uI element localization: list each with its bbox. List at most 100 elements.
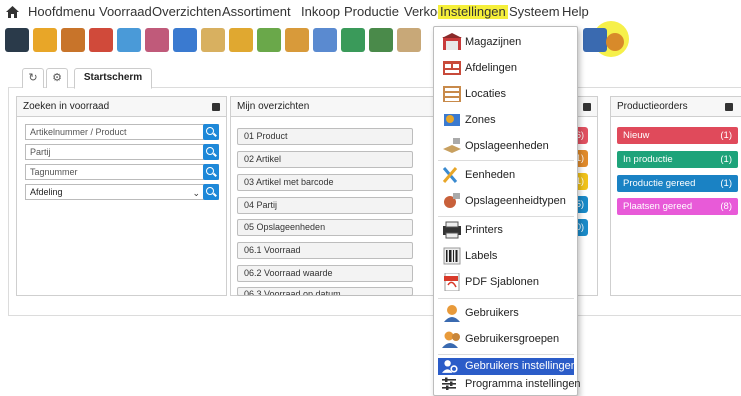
menu-inkoop[interactable]: Inkoop: [301, 5, 340, 19]
search-icon[interactable]: [313, 28, 337, 52]
menu-item-programma-instellingen[interactable]: Programma instellingen: [438, 375, 581, 393]
menu-item-printers[interactable]: Printers: [438, 219, 574, 241]
boxes-icon[interactable]: [257, 28, 281, 52]
menu-productie[interactable]: Productie: [344, 5, 399, 19]
search-box-icon[interactable]: [285, 28, 309, 52]
search-icon[interactable]: [203, 184, 219, 200]
menu-instellingen[interactable]: Instellingen: [438, 5, 508, 19]
menu-bar: Hoofdmenu Voorraad Overzichten Assortime…: [0, 0, 741, 24]
home-icon[interactable]: [6, 6, 19, 18]
puzzle-icon[interactable]: [89, 28, 113, 52]
overviews-panel-title: Mijn overzichten: [237, 101, 310, 112]
overview-item[interactable]: 06.2 Voorraad waarde: [237, 265, 413, 282]
production-row-label: Productie gereed: [623, 178, 696, 189]
search-panel: Zoeken in voorraad Artikelnummer / Produ…: [16, 96, 227, 296]
tagnummer-search-field[interactable]: Tagnummer: [25, 164, 219, 180]
folder-icon[interactable]: [33, 28, 57, 52]
overview-item[interactable]: 03 Artikel met barcode: [237, 174, 413, 191]
box-plus-icon[interactable]: [229, 28, 253, 52]
menu-item-opslageenheden[interactable]: Opslageenheden: [438, 135, 574, 157]
search-icon[interactable]: [203, 144, 219, 160]
locations-icon: [443, 86, 461, 102]
production-row-count: (8): [720, 201, 732, 212]
pdf-icon: [444, 273, 460, 291]
article-search-placeholder: Artikelnummer / Product: [30, 127, 127, 137]
units-icon: [442, 167, 458, 183]
storage-unit-types-icon: [444, 193, 460, 208]
production-orders-header: Productieorders: [611, 97, 741, 117]
warehouse-icon: [442, 33, 462, 50]
panel-menu-icon[interactable]: [583, 103, 591, 111]
menu-voorraad[interactable]: Voorraad: [99, 5, 152, 19]
zones-icon: [444, 114, 460, 126]
menu-hoofdmenu[interactable]: Hoofdmenu: [28, 5, 95, 19]
menu-item-gebruikers[interactable]: Gebruikers: [438, 302, 574, 324]
menu-item-locaties[interactable]: Locaties: [438, 83, 574, 105]
article-search-field[interactable]: Artikelnummer / Product: [25, 124, 219, 140]
shelf-icon[interactable]: [201, 28, 225, 52]
production-row-plaatsen-gereed[interactable]: Plaatsen gereed (8): [617, 198, 738, 215]
menu-assortiment[interactable]: Assortiment: [222, 5, 291, 19]
search-icon[interactable]: [203, 124, 219, 140]
sliders-icon: [442, 377, 456, 390]
barcode-icon: [443, 247, 461, 265]
panel-menu-icon[interactable]: [725, 103, 733, 111]
flag-icon[interactable]: [117, 28, 141, 52]
overview-item[interactable]: 06.3 Voorraad op datum: [237, 287, 413, 296]
menu-item-pdf-sjablonen[interactable]: PDF Sjablonen: [438, 271, 574, 293]
menu-item-gebruikers-instellingen[interactable]: Gebruikers instellingen: [438, 358, 577, 375]
tools-icon[interactable]: [61, 28, 85, 52]
truck-icon[interactable]: [369, 28, 393, 52]
gear-icon[interactable]: ⚙: [46, 68, 68, 88]
menu-overzichten[interactable]: Overzichten: [152, 5, 221, 19]
menu-systeem[interactable]: Systeem: [509, 5, 560, 19]
search-panel-header: Zoeken in voorraad: [17, 97, 226, 117]
toolbar: [0, 26, 741, 56]
afdeling-select[interactable]: Afdeling ⌄: [25, 184, 219, 200]
monitor-icon[interactable]: [5, 28, 29, 52]
overview-item[interactable]: 05 Opslageenheden: [237, 219, 413, 236]
users-icon[interactable]: [583, 28, 607, 52]
grid-icon[interactable]: [145, 28, 169, 52]
partij-search-field[interactable]: Partij: [25, 144, 219, 160]
menu-separator: [438, 216, 574, 217]
production-row-label: Plaatsen gereed: [623, 201, 693, 212]
globe-icon[interactable]: [341, 28, 365, 52]
production-row-label: Nieuw: [623, 130, 650, 141]
overview-item[interactable]: 02 Artikel: [237, 151, 413, 168]
search-icon[interactable]: [203, 164, 219, 180]
production-row-count: (1): [720, 130, 732, 141]
package-icon[interactable]: [173, 28, 197, 52]
production-row-count: (1): [720, 178, 732, 189]
production-row-productie-gereed[interactable]: Productie gereed (1): [617, 175, 738, 192]
production-row-in-productie[interactable]: In productie (1): [617, 151, 738, 168]
menu-item-gebruikersgroepen[interactable]: Gebruikersgroepen: [438, 328, 574, 350]
production-orders-panel: Productieorders Nieuw (1) In productie (…: [610, 96, 741, 296]
user-settings-icon: [442, 360, 458, 373]
storage-units-icon: [443, 138, 461, 153]
menu-item-labels[interactable]: Labels: [438, 245, 574, 267]
user-icon: [444, 305, 460, 322]
panel-menu-icon[interactable]: [212, 103, 220, 111]
menu-separator: [438, 298, 574, 299]
menu-item-eenheden[interactable]: Eenheden: [438, 164, 574, 186]
menu-item-opslageenheidtypen[interactable]: Opslageenheidtypen: [438, 190, 574, 212]
settings-user-icon[interactable]: [606, 33, 624, 51]
user-group-icon: [442, 331, 460, 348]
menu-item-zones[interactable]: Zones: [438, 109, 574, 131]
menu-help[interactable]: Help: [562, 5, 589, 19]
tab-startscherm[interactable]: Startscherm: [74, 68, 152, 89]
menu-item-afdelingen[interactable]: Afdelingen: [438, 57, 574, 79]
chevron-down-icon: ⌄: [192, 188, 200, 198]
overview-item[interactable]: 06.1 Voorraad: [237, 242, 413, 259]
refresh-icon[interactable]: ↻: [22, 68, 44, 88]
note-icon[interactable]: [397, 28, 421, 52]
overview-item[interactable]: 01 Product: [237, 128, 413, 145]
menu-item-magazijnen[interactable]: Magazijnen: [438, 31, 574, 53]
printer-icon: [443, 221, 461, 239]
tab-strip: ↻ ⚙ Startscherm: [8, 60, 741, 89]
production-row-nieuw[interactable]: Nieuw (1): [617, 127, 738, 144]
afdeling-select-value: Afdeling: [30, 187, 63, 197]
production-row-label: In productie: [623, 154, 673, 165]
overview-item[interactable]: 04 Partij: [237, 197, 413, 214]
